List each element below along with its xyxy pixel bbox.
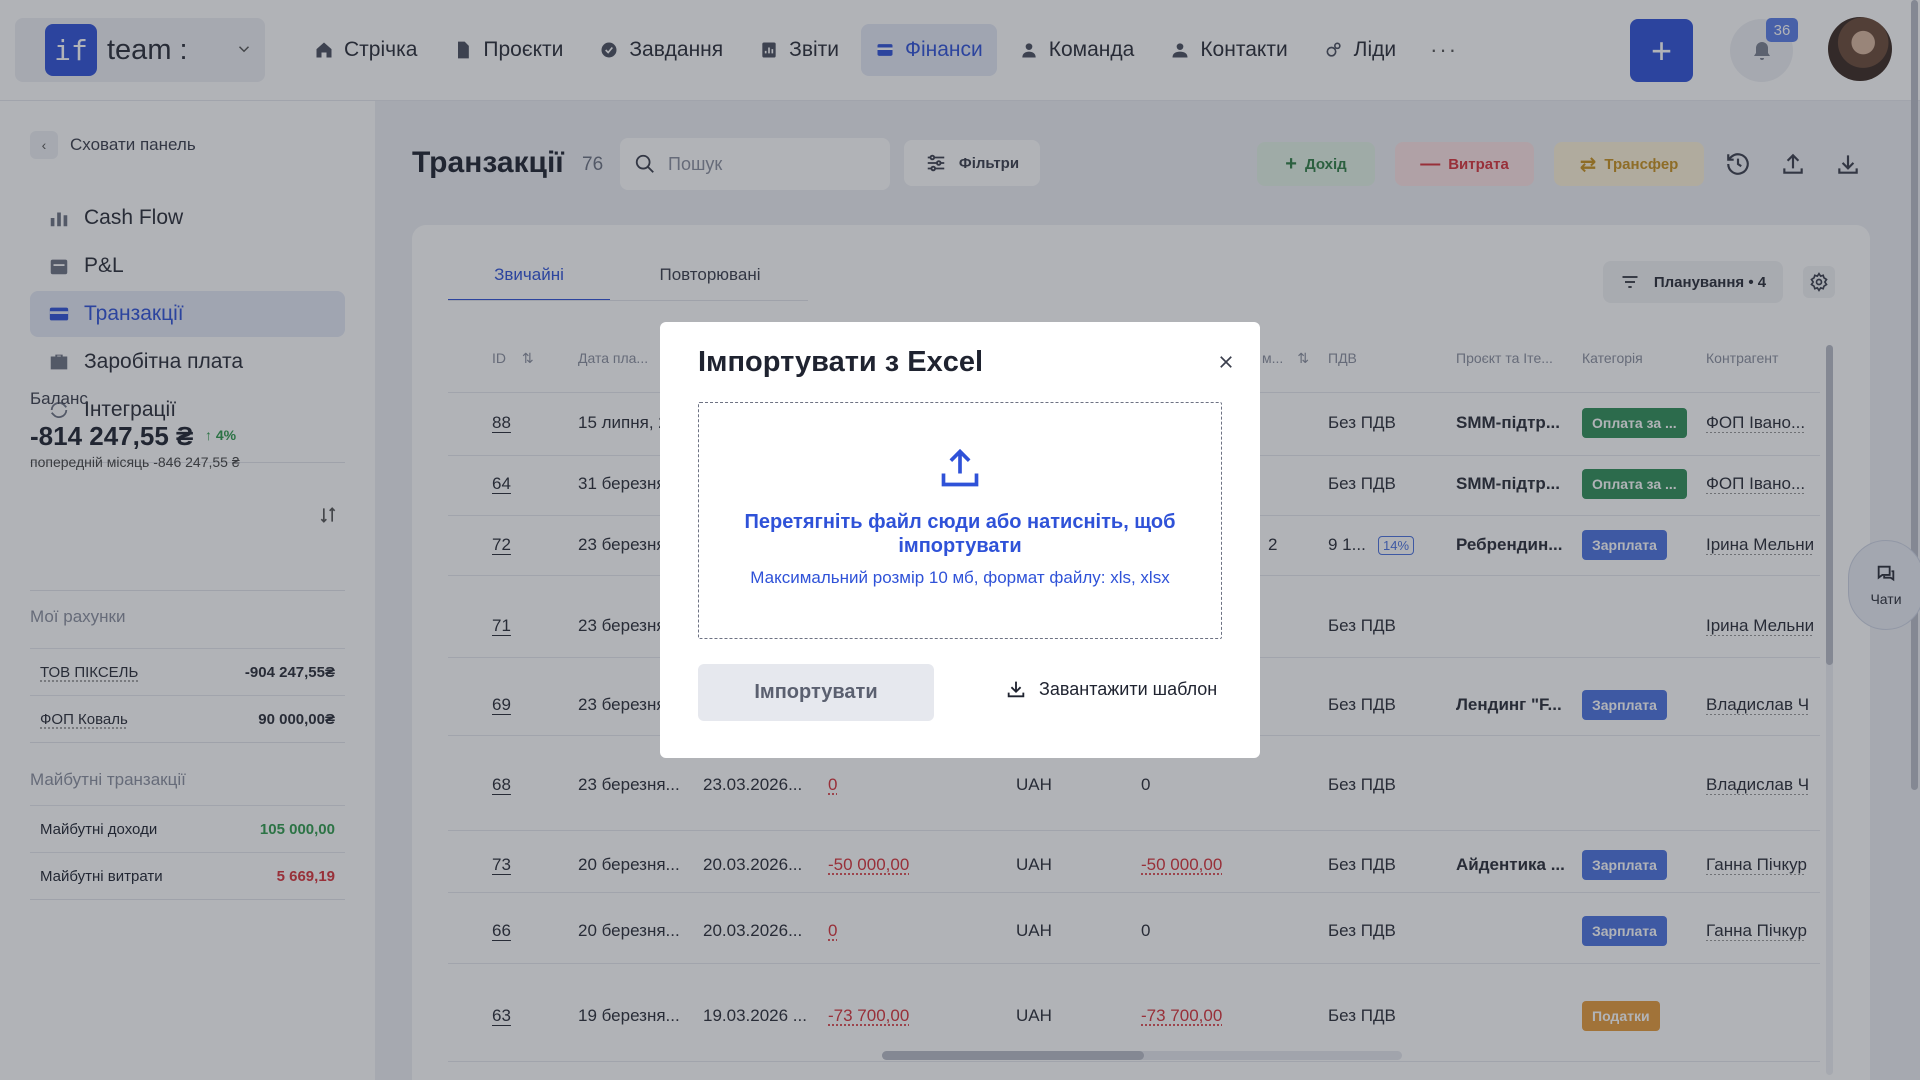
- upload-icon: [938, 446, 982, 490]
- import-button[interactable]: Імпортувати: [698, 664, 934, 721]
- file-dropzone[interactable]: Перетягніть файл сюди або натисніть, щоб…: [698, 402, 1222, 639]
- dropzone-text: Перетягніть файл сюди або натисніть, щоб…: [744, 511, 1176, 557]
- close-icon[interactable]: [1212, 348, 1240, 376]
- download-template-label: Завантажити шаблон: [1039, 678, 1218, 699]
- download-template-button[interactable]: Завантажити шаблон: [1005, 678, 1217, 700]
- import-excel-modal: Імпортувати з Excel Перетягніть файл сюд…: [660, 322, 1260, 758]
- modal-title: Імпортувати з Excel: [698, 346, 984, 378]
- dropzone-hint: Максимальний розмір 10 мб, формат файлу:…: [750, 568, 1170, 587]
- download-icon: [1005, 678, 1027, 700]
